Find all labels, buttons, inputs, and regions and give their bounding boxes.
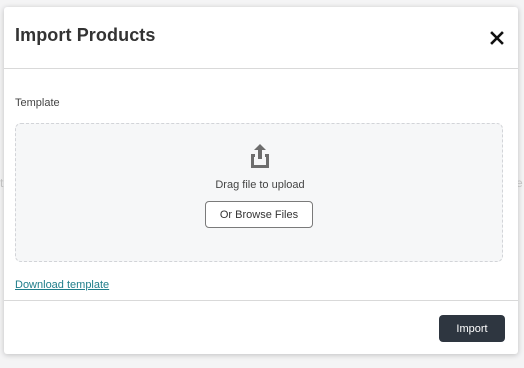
download-template-link[interactable]: Download template bbox=[15, 279, 109, 291]
close-button[interactable] bbox=[485, 26, 509, 50]
import-button[interactable]: Import bbox=[439, 315, 505, 342]
close-icon bbox=[490, 31, 504, 45]
background-text-fragment: t bbox=[0, 176, 4, 190]
template-label: Template bbox=[15, 97, 60, 109]
upload-icon bbox=[251, 144, 269, 168]
drag-file-text: Drag file to upload bbox=[215, 179, 305, 191]
file-dropzone[interactable]: Drag file to upload Or Browse Files bbox=[15, 123, 503, 262]
modal-title: Import Products bbox=[15, 25, 156, 45]
import-products-modal: Import Products Template Drag file to up… bbox=[4, 7, 518, 354]
modal-header: Import Products bbox=[4, 7, 518, 69]
browse-files-button[interactable]: Or Browse Files bbox=[205, 201, 313, 228]
modal-footer-divider bbox=[4, 300, 518, 301]
